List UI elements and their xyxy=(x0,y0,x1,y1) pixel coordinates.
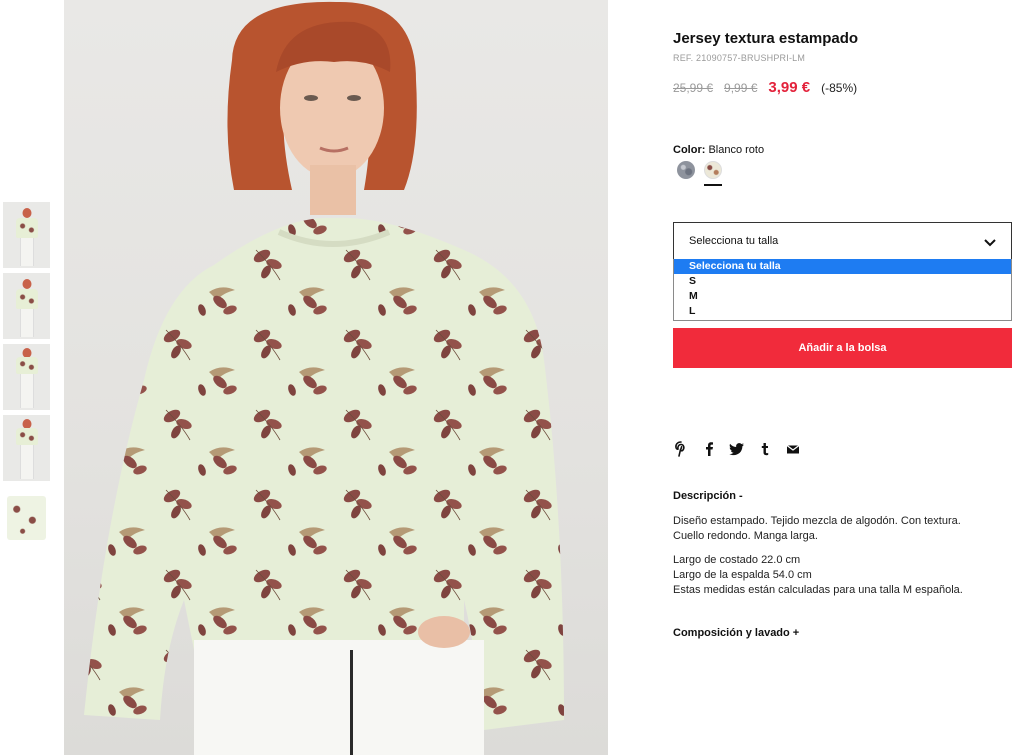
description-toggle[interactable]: Descripción - xyxy=(673,490,743,502)
thumbnail-full-body-view[interactable] xyxy=(3,344,50,410)
measurement-side-length: Largo de costado 22.0 cm xyxy=(673,554,801,566)
measurements-text: Largo de costado 22.0 cm Largo de la esp… xyxy=(673,553,1013,598)
size-dropdown-list: Selecciona tu talla S M L xyxy=(673,259,1012,321)
share-icons xyxy=(673,441,801,457)
description-line-1: Diseño estampado. Tejido mezcla de algod… xyxy=(673,515,961,527)
main-product-image xyxy=(64,0,608,755)
tumblr-icon[interactable] xyxy=(757,441,773,457)
price-previous: 9,99 € xyxy=(724,81,758,95)
size-option[interactable]: Selecciona tu talla xyxy=(674,259,1011,274)
measurement-note: Estas medidas están calculadas para una … xyxy=(673,584,963,596)
add-to-bag-button[interactable]: Añadir a la bolsa xyxy=(673,328,1012,368)
size-option-l[interactable]: L xyxy=(674,304,1011,319)
description-line-1b: Cuello redondo. Manga larga. xyxy=(673,530,818,542)
color-swatches xyxy=(677,161,722,179)
price-row: 25,99 € 9,99 € 3,99 € (-85%) xyxy=(673,79,857,96)
grey-print-swatch[interactable] xyxy=(677,161,695,179)
selected-swatch-indicator xyxy=(704,184,722,186)
description-text: Diseño estampado. Tejido mezcla de algod… xyxy=(673,514,1013,544)
product-reference: REF. 21090757-BRUSHPRI-LM xyxy=(673,53,806,63)
size-select-value: Selecciona tu talla xyxy=(689,235,779,247)
twitter-icon[interactable] xyxy=(729,441,745,457)
measurement-back-length: Largo de la espalda 54.0 cm xyxy=(673,569,812,581)
price-current: 3,99 € xyxy=(768,79,811,96)
product-title: Jersey textura estampado xyxy=(673,30,859,47)
facebook-icon[interactable] xyxy=(701,441,717,457)
thumbnail-side-view[interactable] xyxy=(3,273,50,339)
discount-badge: (-85%) xyxy=(821,81,858,95)
offwhite-floral-swatch[interactable] xyxy=(704,161,722,179)
pinterest-icon[interactable] xyxy=(673,441,689,457)
price-original: 25,99 € xyxy=(673,81,714,95)
thumbnail-strip xyxy=(3,202,50,557)
size-select[interactable]: Selecciona tu talla xyxy=(673,222,1012,260)
color-label-title: Color: xyxy=(673,144,706,156)
thumbnail-full-body-side-view[interactable] xyxy=(3,415,50,481)
chevron-down-icon xyxy=(984,239,996,247)
color-value: Blanco roto xyxy=(708,144,765,156)
composition-toggle[interactable]: Composición y lavado + xyxy=(673,627,799,639)
color-label: Color: Blanco roto xyxy=(673,144,764,156)
thumbnail-front-view[interactable] xyxy=(3,202,50,268)
thumbnail-flat-garment-view[interactable] xyxy=(3,486,50,552)
size-option-m[interactable]: M xyxy=(674,289,1011,304)
email-icon[interactable] xyxy=(785,441,801,457)
size-option-s[interactable]: S xyxy=(674,274,1011,289)
